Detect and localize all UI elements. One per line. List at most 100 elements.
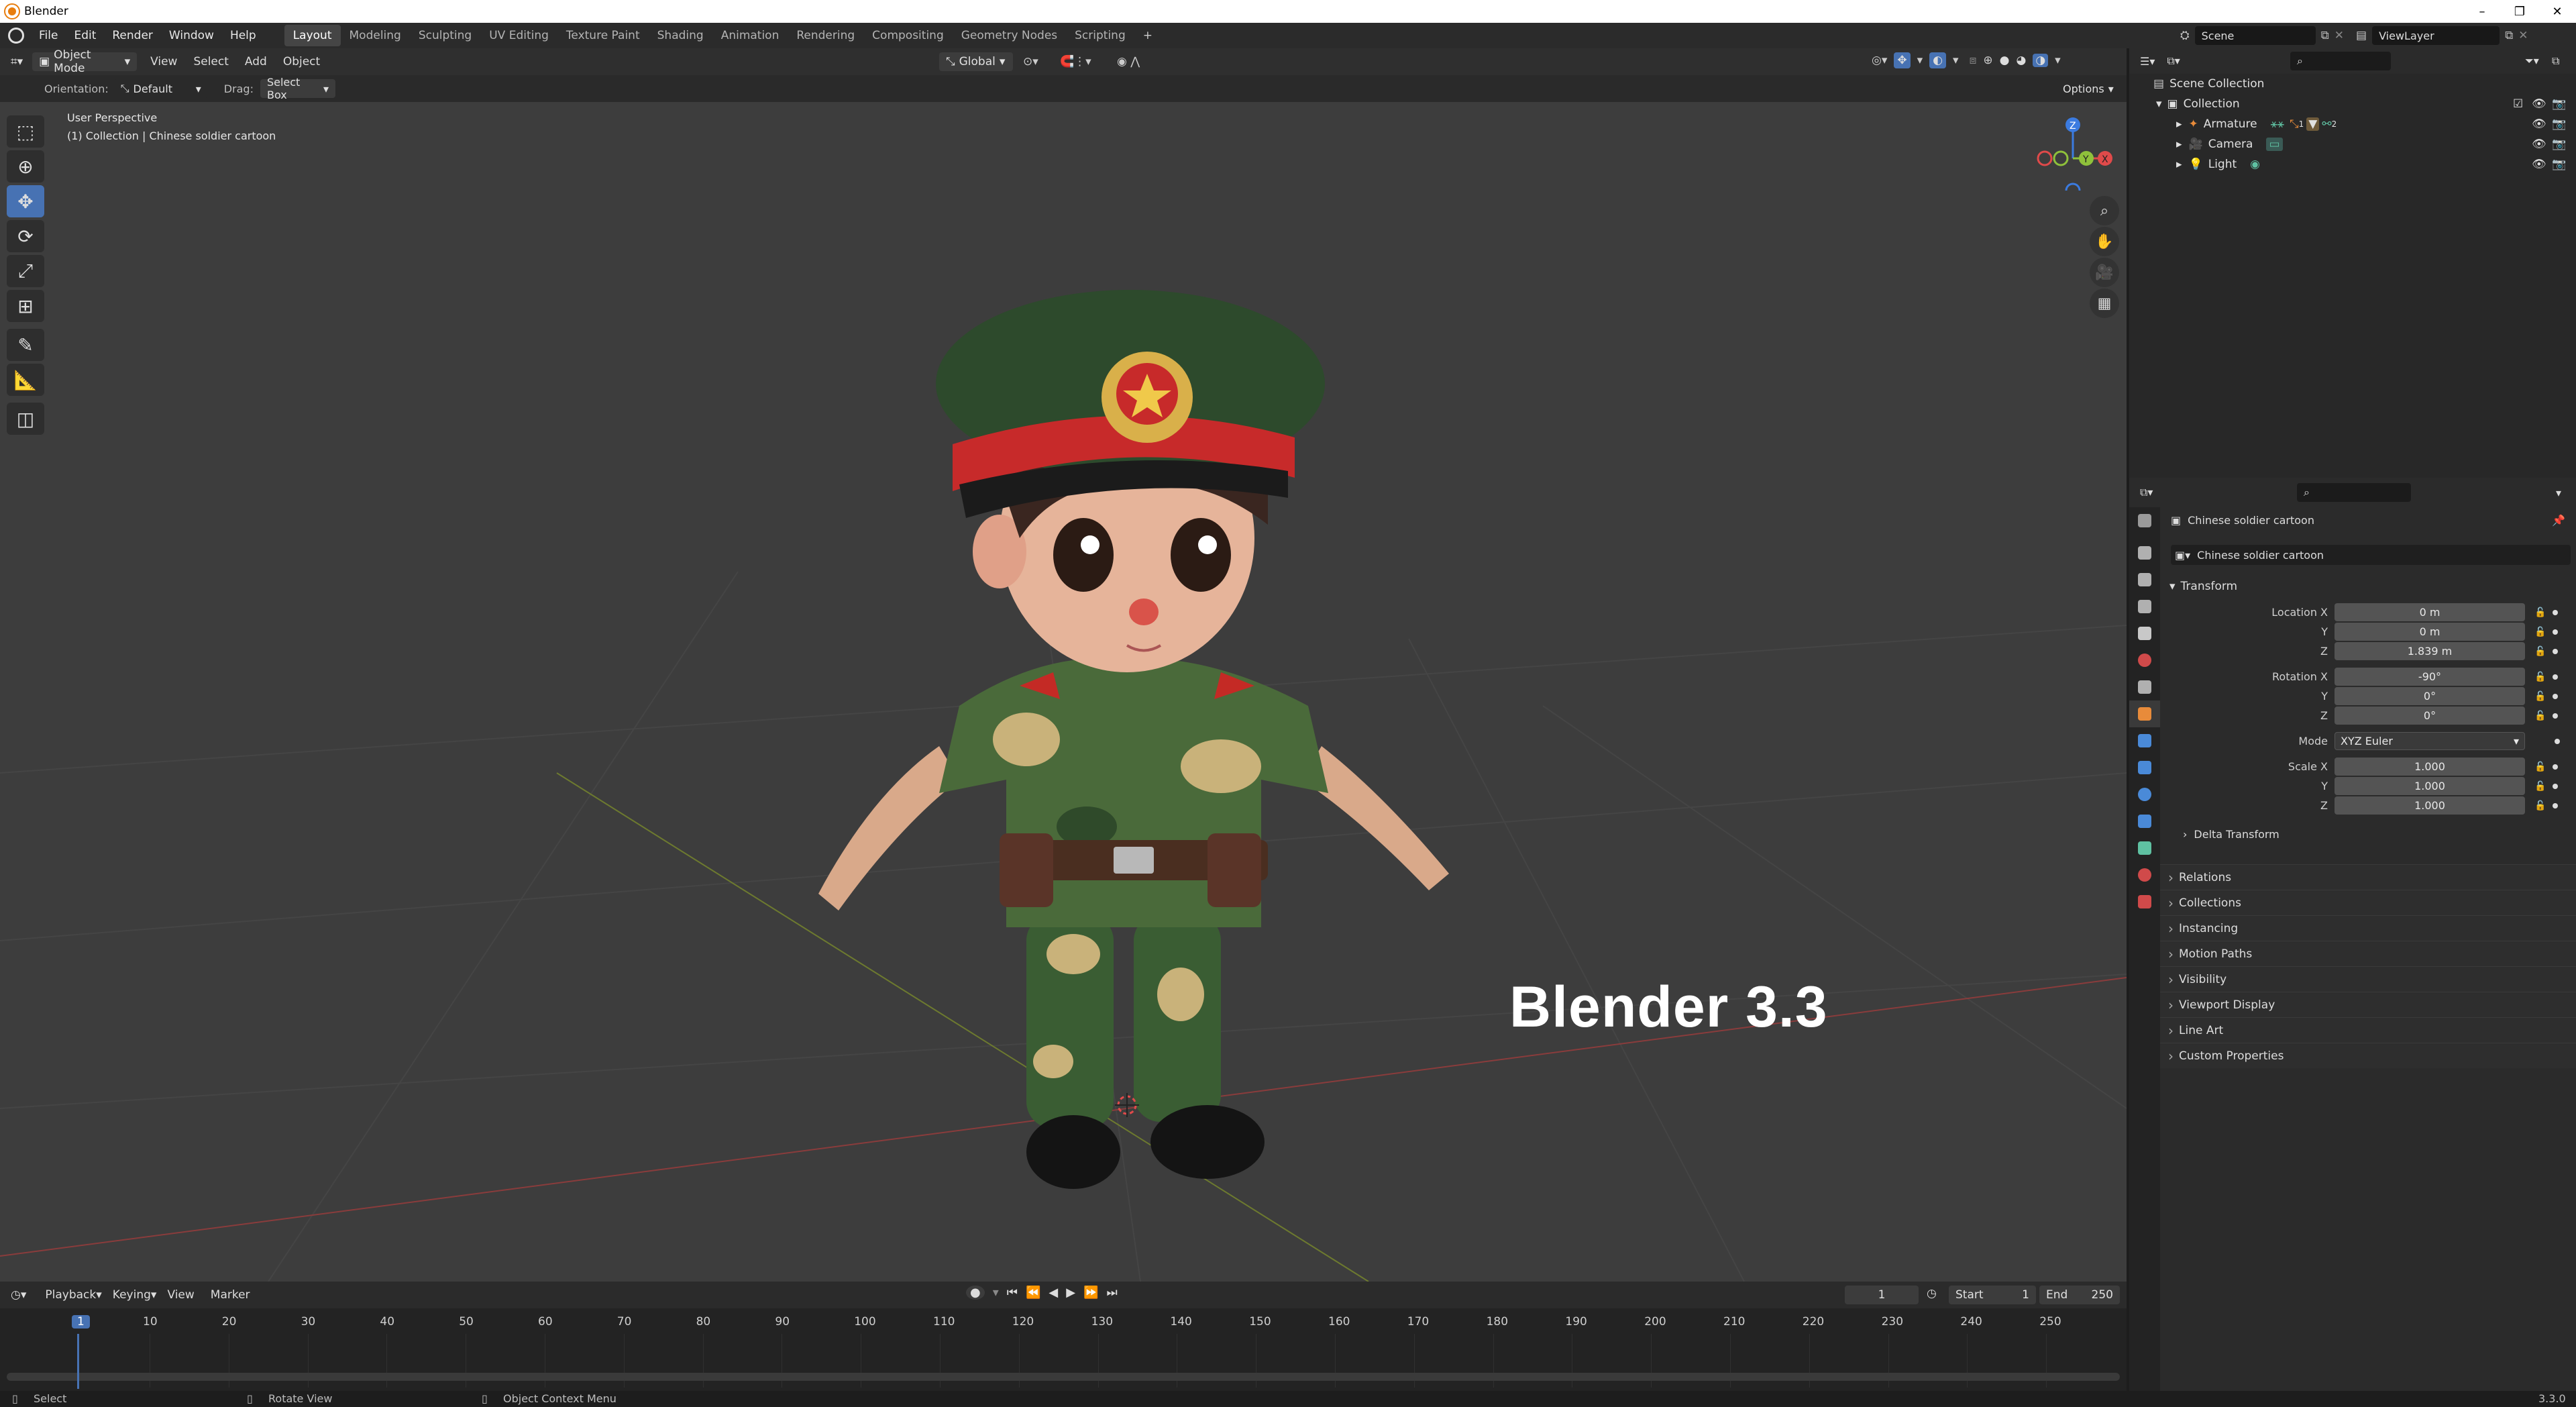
outliner-search-input[interactable]: ⌕ [2290,52,2391,70]
collection-tab-icon[interactable] [2129,674,2160,700]
menu-select[interactable]: Select [193,55,228,68]
pivot-icon[interactable]: ⊙▾ [1023,55,1038,68]
material-tab-icon[interactable] [2129,862,2160,888]
lock-icon[interactable]: 🔓 [2534,711,2546,721]
minimize-icon[interactable]: – [2463,0,2501,23]
keyframe-dot-icon[interactable] [2553,648,2559,654]
shading-material-icon[interactable]: ◕ [2016,54,2026,67]
transform-orientation-selector[interactable]: ⤡ Global ▾ [939,52,1013,71]
play-reverse-icon[interactable]: ◀ [1049,1286,1058,1300]
expand-arrow-icon[interactable]: ▸ [2176,158,2182,171]
new-collection-icon[interactable]: ⧉ [2552,54,2559,68]
shading-rendered-icon[interactable]: ◑ [2033,54,2049,67]
lock-icon[interactable]: 🔓 [2534,672,2546,682]
data-tab-icon[interactable] [2129,835,2160,862]
output-tab-icon[interactable] [2129,566,2160,593]
lock-icon[interactable]: 🔓 [2534,627,2546,637]
scale-tool-icon[interactable]: ⤢ [7,255,44,287]
keyframe-dot-icon[interactable] [2553,609,2559,615]
view-layer-tab-icon[interactable] [2129,593,2160,620]
menu-render[interactable]: Render [104,29,161,42]
record-icon[interactable]: ● [966,1286,985,1300]
outliner-row-camera[interactable]: ▸ 🎥 Camera ▭ 👁 📷 [2129,134,2576,154]
orientation-selector[interactable]: ⤡ Default ▾ [113,79,208,98]
keyframe-dot-icon[interactable] [2553,713,2559,719]
timeline-scrollbar[interactable] [7,1373,2120,1381]
shading-solid-icon[interactable]: ● [2000,54,2010,67]
menu-view[interactable]: View [167,1288,194,1302]
options-dropdown[interactable]: Options ▾ [2056,79,2121,98]
outliner-row-light[interactable]: ▸ 💡 Light ◉ 👁 📷 [2129,154,2576,174]
outliner-row-scene-collection[interactable]: ▤ Scene Collection [2129,74,2576,94]
world-tab-icon[interactable] [2129,647,2160,674]
visibility-selector-icon[interactable]: ◎▾ [1872,54,1887,67]
end-frame-field[interactable]: End 250 [2039,1286,2120,1304]
current-frame-marker[interactable]: 1 [72,1315,90,1328]
xray-icon[interactable]: ⧈ [1970,54,1977,67]
next-keyframe-icon[interactable]: ⏩ [1083,1286,1098,1300]
delta-transform-subpanel[interactable]: › Delta Transform [2160,821,2576,847]
filter-icon[interactable]: ⏷▾ [2525,54,2539,68]
blender-logo-icon[interactable] [8,28,24,44]
menu-view[interactable]: View [150,55,177,68]
section-relations[interactable]: Relations [2160,864,2576,890]
new-viewlayer-icon[interactable]: ⧉ [2505,29,2513,42]
properties-search-input[interactable]: ⌕ [2297,483,2411,502]
lock-icon[interactable]: 🔓 [2534,781,2546,792]
tab-uv-editing[interactable]: UV Editing [480,25,557,46]
shading-menu-icon[interactable]: ▾ [2055,54,2061,67]
jump-end-icon[interactable]: ⏭ [1107,1286,1118,1300]
render-camera-icon[interactable]: 📷 [2552,158,2566,171]
playhead-line[interactable] [77,1334,79,1389]
gizmo-toggle-icon[interactable]: ✥ [1894,52,1911,68]
perspective-grid-icon[interactable]: ▦ [2090,289,2119,318]
visibility-eye-icon[interactable]: 👁 [2532,158,2546,171]
keyframe-dot-icon[interactable] [2553,802,2559,809]
proportional-edit-icon[interactable]: ◉ ⋀ [1117,55,1140,68]
tab-layout[interactable]: Layout [284,25,341,46]
3d-cursor-icon[interactable] [1114,1092,1140,1118]
menu-help[interactable]: Help [222,29,264,42]
properties-editor-icon[interactable]: ⧉▾ [2140,486,2153,499]
jump-start-icon[interactable]: ⏮ [1007,1286,1018,1300]
maximize-icon[interactable]: ❐ [2501,0,2538,23]
delete-scene-icon[interactable]: ✕ [2334,29,2344,42]
menu-add[interactable]: Add [245,55,267,68]
tab-shading[interactable]: Shading [649,25,712,46]
tool-tab-icon[interactable] [2129,507,2160,534]
scene-tab-icon[interactable] [2129,620,2160,647]
outliner-editor-icon[interactable]: ☰▾ [2140,55,2155,68]
navigation-gizmo[interactable]: Z Y X [2033,110,2113,191]
overlay-menu-icon[interactable]: ▾ [1953,54,1959,67]
location-x-field[interactable]: 0 m [2334,603,2525,621]
keyframe-dot-icon[interactable] [2555,738,2560,744]
object-name-field[interactable]: ▣▾ Chinese soldier cartoon [2171,545,2571,565]
gizmo-menu-icon[interactable]: ▾ [1917,54,1923,67]
keyframe-dot-icon[interactable] [2553,629,2559,635]
play-icon[interactable]: ▶ [1066,1286,1075,1300]
rotation-y-field[interactable]: 0° [2334,687,2525,705]
move-tool-icon[interactable]: ✥ [7,185,44,217]
tab-scripting[interactable]: Scripting [1066,25,1134,46]
tab-sculpting[interactable]: Sculpting [410,25,480,46]
menu-edit[interactable]: Edit [66,29,104,42]
physics-tab-icon[interactable] [2129,781,2160,808]
visibility-eye-icon[interactable]: 👁 [2532,138,2546,151]
snap-icon[interactable]: 🧲⋮▾ [1060,55,1091,68]
3d-viewport[interactable]: User Perspective (1) Collection | Chines… [0,102,2127,1282]
rotate-tool-icon[interactable]: ⟳ [7,220,44,252]
prev-keyframe-icon[interactable]: ⏪ [1026,1286,1040,1300]
object-tab-icon[interactable] [2129,700,2160,727]
modifier-tab-icon[interactable] [2129,727,2160,754]
texture-tab-icon[interactable] [2129,888,2160,915]
tab-animation[interactable]: Animation [712,25,788,46]
zoom-icon[interactable]: ⌕ [2090,196,2119,225]
chevron-down-icon[interactable]: ▾ [2556,486,2561,499]
timeline-editor-icon[interactable]: ◷▾ [11,1288,26,1302]
render-camera-icon[interactable]: 📷 [2552,117,2566,131]
scale-z-field[interactable]: 1.000 [2334,796,2525,815]
section-collections[interactable]: Collections [2160,890,2576,915]
measure-tool-icon[interactable]: 📐 [7,364,44,396]
display-mode-icon[interactable]: ⧉▾ [2167,54,2180,68]
timeline-ruler[interactable]: 1 10 20 30 40 50 60 70 80 90 100 110 120 130 140 150 160… [0,1314,2127,1388]
